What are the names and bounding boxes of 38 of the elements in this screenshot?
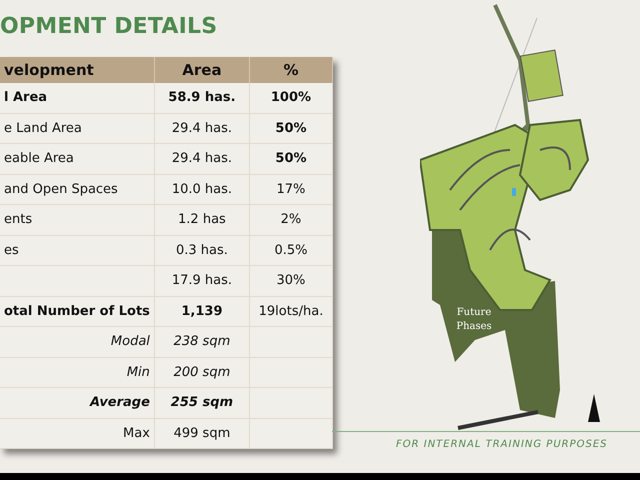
table-cell: 2% [249,204,332,235]
table-cell: e Land Area [0,113,154,144]
table-cell: 10.0 has. [154,174,250,204]
table-cell: Max [0,418,154,448]
table-cell: Min [0,357,154,388]
table-cell: 50% [249,144,332,174]
table-cell: 200 sqm [154,357,250,388]
table-cell: 19lots/ha. [249,296,332,326]
table-cell: otal Number of Lots [0,296,154,326]
table-cell: eable Area [0,144,154,174]
table-cell: 499 sqm [154,418,250,448]
table-cell: 255 sqm [154,388,250,418]
column-header: % [249,57,332,83]
table-cell: 100% [249,83,332,113]
table-cell: 17% [249,174,332,204]
table-cell: 0.5% [249,235,332,266]
table-cell: 29.4 has. [154,113,250,144]
table-cell: 1,139 [154,296,250,326]
table-cell: 58.9 has. [154,83,250,113]
column-header: velopment [0,57,154,83]
table-cell: and Open Spaces [0,174,154,204]
table-cell: Average [0,388,154,418]
table-cell: 50% [249,113,332,144]
table-cell: ents [0,204,154,235]
table-cell: 30% [249,266,332,296]
north-arrow-icon [588,394,600,422]
slide-title: OPMENT DETAILS [0,14,218,39]
table-cell: es [0,235,154,266]
table-cell: 0.3 has. [154,235,250,266]
table-cell: 1.2 has [154,204,250,235]
table-cell: Modal [0,326,154,357]
table-cell: 17.9 has. [154,266,250,296]
table-cell: 29.4 has. [154,144,250,174]
column-header: Area [154,57,250,83]
footer-text: FOR INTERNAL TRAINING PURPOSES [332,431,640,450]
table-cell: l Area [0,83,154,113]
table-cell: 238 sqm [154,326,250,357]
map-label: Future Phases [455,306,493,334]
